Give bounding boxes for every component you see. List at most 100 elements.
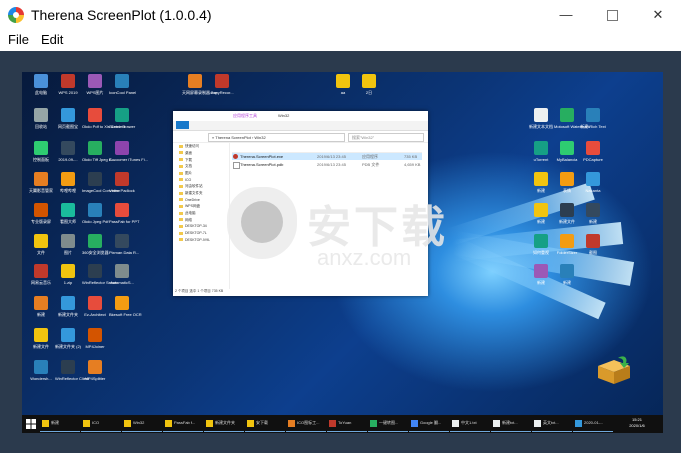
desktop-icon[interactable]: Okdo Jpeg Pdf xyxy=(82,203,108,224)
desktop-icon[interactable]: 新建 xyxy=(580,203,606,224)
desktop-icon[interactable]: 新建文本文档 xyxy=(528,108,554,129)
desktop-icon[interactable]: 360安全浏览器 xyxy=(82,234,109,255)
taskbar-button[interactable]: 新建txt... xyxy=(491,417,531,432)
desktop-icon[interactable]: 新建 xyxy=(528,203,554,224)
desktop-icon[interactable]: Video Padlock xyxy=(109,172,135,193)
nav-item[interactable]: 桌面 xyxy=(179,151,229,157)
taskbar-button[interactable]: 2020-01-... xyxy=(573,417,613,432)
desktop-icon[interactable]: MP4Splitter xyxy=(82,360,108,381)
nav-item[interactable]: DESKTOP-34 xyxy=(179,224,229,230)
desktop-icon[interactable]: WPS 2019 xyxy=(55,74,81,95)
menu-file[interactable]: File xyxy=(8,32,29,47)
desktop-icon[interactable]: 如何重视 xyxy=(528,234,554,255)
desktop-icon[interactable]: PDCapture xyxy=(580,141,606,162)
nav-item[interactable]: DESKTOP-7L xyxy=(179,231,229,237)
file-row[interactable]: Therena.ScreenPlot.exe 2019/6/13 23:45 应… xyxy=(232,153,422,160)
desktop-icon[interactable]: 天网屏幕录制器.exe xyxy=(182,74,218,95)
desktop-icon[interactable]: Sketch Drawer xyxy=(109,108,135,129)
desktop-icon[interactable]: ImageCool Converter xyxy=(82,172,120,193)
desktop-icon[interactable]: Wondersh... xyxy=(28,360,54,381)
desktop-icon[interactable]: 新建 xyxy=(528,264,554,285)
desktop-icon[interactable]: 新建 xyxy=(28,296,54,317)
desktop-icon[interactable]: uTorrent xyxy=(528,141,554,162)
desktop-icon[interactable]: 控制面板 xyxy=(28,141,54,162)
nav-item[interactable]: 文档 xyxy=(179,164,229,170)
desktop-icon[interactable]: WinReflector Client xyxy=(55,360,89,381)
taskbar-button[interactable]: 中文1.txt xyxy=(450,417,490,432)
nav-item[interactable]: ICO xyxy=(179,178,229,184)
taskbar-button[interactable]: ICO xyxy=(81,417,121,432)
desktop-icon[interactable]: WinReflector Server xyxy=(82,264,118,285)
maximize-button[interactable] xyxy=(589,0,635,30)
desktop-icon[interactable]: MyBalancia xyxy=(554,141,580,162)
desktop-icon[interactable]: Bkesoft Free OCR xyxy=(109,296,142,317)
desktop-icon[interactable]: FolderSizer xyxy=(554,234,580,255)
taskbar-button[interactable]: ICO图标工... xyxy=(286,417,326,432)
desktop-icon[interactable]: 新建 xyxy=(554,264,580,285)
desktop-icon[interactable]: 新建 Rich Text xyxy=(580,108,606,129)
explorer-search-box[interactable]: 搜索"Win32" xyxy=(348,133,424,142)
nav-item[interactable]: DESKTOP-IV9L xyxy=(179,238,229,244)
close-button[interactable]: ✕ xyxy=(635,0,681,30)
nav-item[interactable]: 河由软件站 xyxy=(179,184,229,190)
taskbar-button[interactable]: PassFab f... xyxy=(163,417,203,432)
desktop-icon[interactable]: Pixman Data R... xyxy=(109,234,139,255)
minimize-button[interactable]: — xyxy=(543,0,589,30)
desktop-icon[interactable]: 2019-09-... xyxy=(55,141,81,162)
nav-item[interactable]: 快速访问 xyxy=(179,144,229,150)
desktop-icon[interactable]: 截图 xyxy=(580,234,606,255)
desktop-icon[interactable]: 网页截图宝 xyxy=(55,108,81,129)
desktop-icon[interactable]: Okdo Pdf to Xls Convert xyxy=(82,108,125,129)
nav-item[interactable]: 网络 xyxy=(179,218,229,224)
nav-item[interactable]: 此电脑 xyxy=(179,211,229,217)
desktop-icon[interactable]: Nakanta xyxy=(580,172,606,193)
taskbar-button[interactable]: 安下载 xyxy=(245,417,285,432)
desktop-icon[interactable]: PassFab for PPT xyxy=(109,203,139,224)
taskbar-button[interactable]: 英文txt... xyxy=(532,417,572,432)
file-row[interactable]: Therena.ScreenPlot.pdb 2019/6/13 23:45 P… xyxy=(232,161,422,169)
ribbon-file-tab[interactable] xyxy=(176,121,189,129)
desktop-icon[interactable]: 文件 xyxy=(28,234,54,255)
desktop-icon[interactable]: 2日 xyxy=(356,74,382,95)
desktop-icon[interactable]: 哔哩哔哩 xyxy=(55,172,81,193)
desktop-icon[interactable]: 回收站 xyxy=(28,108,54,129)
desktop-icon[interactable]: Okdo Tiff Jpeg B... xyxy=(82,141,115,162)
desktop-icon[interactable]: 网易云音乐 xyxy=(28,264,54,285)
desktop-icon[interactable]: MP4Joiner xyxy=(82,328,108,349)
nav-item[interactable]: 图片 xyxy=(179,171,229,177)
desktop-icon[interactable]: 专业版录屏 xyxy=(28,203,54,224)
taskbar-button[interactable]: Win32 xyxy=(122,417,162,432)
desktop-icon[interactable]: Motosoft Watermark xyxy=(554,108,590,129)
windows-start-icon[interactable] xyxy=(26,419,36,429)
desktop-icon[interactable]: 新建文件夹 (2) xyxy=(55,328,81,349)
desktop-icon[interactable]: 新建文件夹 xyxy=(55,296,81,317)
desktop-icon[interactable]: 天翼影音管家 xyxy=(28,172,54,193)
nav-item[interactable]: 下载 xyxy=(179,158,229,164)
desktop-icon[interactable]: Ez-Architect xyxy=(82,296,108,317)
nav-item[interactable]: OneDrive xyxy=(179,198,229,204)
desktop-icon[interactable]: 图片 xyxy=(55,234,81,255)
desktop-icon[interactable]: 1.zip xyxy=(55,264,81,285)
desktop-icon[interactable]: AutomaticS... xyxy=(109,264,135,285)
desktop-icon[interactable]: CopyRecor... xyxy=(209,74,235,95)
desktop-icon[interactable]: 新建文件 xyxy=(554,203,580,224)
desktop-icon[interactable]: IconCool Panel xyxy=(109,74,136,95)
desktop-icon[interactable]: 看图大师 xyxy=(55,203,81,224)
nav-item[interactable]: WPS网盘 xyxy=(179,204,229,210)
taskbar-button[interactable]: ToYuan xyxy=(327,417,367,432)
taskbar-button[interactable]: 新建文件夹 xyxy=(204,417,244,432)
desktop-icon[interactable]: 表情 xyxy=(554,172,580,193)
ribbon-context-tab[interactable]: 应用程序工具 xyxy=(233,113,257,119)
desktop-icon[interactable]: 新建 xyxy=(528,172,554,193)
taskbar-button[interactable]: 一键转图... xyxy=(368,417,408,432)
nav-item[interactable]: 新建文件夹 xyxy=(179,191,229,197)
taskbar-button[interactable]: Google 翻... xyxy=(409,417,449,432)
desktop-icon[interactable]: Cococmer iTunes Fi... xyxy=(109,141,148,162)
desktop-icon[interactable]: 此电脑 xyxy=(28,74,54,95)
menu-edit[interactable]: Edit xyxy=(41,32,63,47)
taskbar-button[interactable]: 新建 xyxy=(40,417,80,432)
desktop-icon[interactable]: 新建文件 xyxy=(28,328,54,349)
desktop-icon[interactable]: aa xyxy=(330,74,356,95)
address-bar[interactable]: « Therena ScreenPlot › Win32 xyxy=(208,133,345,142)
desktop-icon[interactable]: WPS图片 xyxy=(82,74,108,95)
